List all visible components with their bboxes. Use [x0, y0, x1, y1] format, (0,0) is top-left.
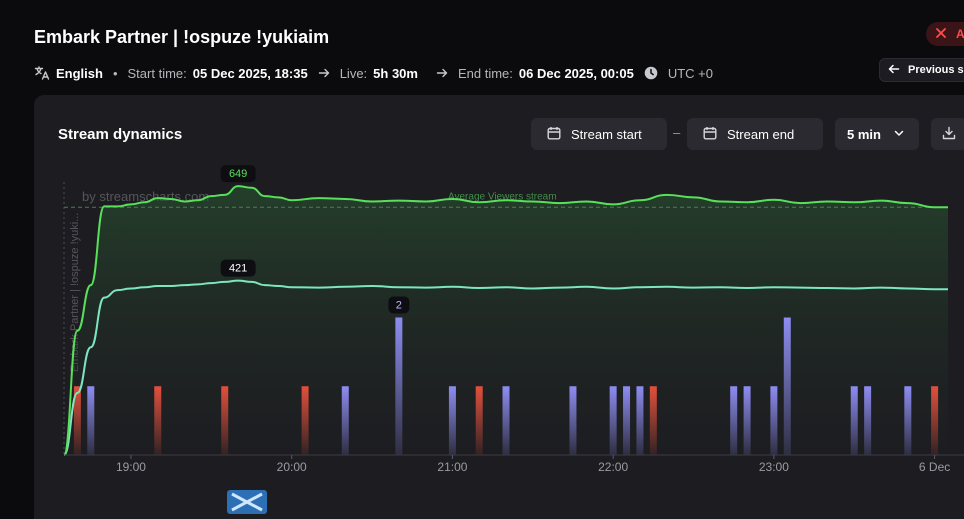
event-bar-blue	[502, 386, 510, 455]
x-tick-label: 22:00	[598, 460, 628, 474]
value-label: 2	[396, 300, 402, 312]
event-bar-red	[301, 386, 309, 455]
x-tick-label: 19:00	[116, 460, 146, 474]
x-tick-label: 20:00	[277, 460, 307, 474]
value-label: 649	[229, 168, 247, 180]
event-bar-blue	[743, 386, 751, 455]
event-bar-red	[475, 386, 483, 455]
event-bar-blue	[783, 317, 791, 455]
x-tick-label: 21:00	[437, 460, 467, 474]
event-bar-blue	[395, 317, 403, 455]
event-bar-blue	[448, 386, 456, 455]
event-bar-blue	[569, 386, 577, 455]
event-bar-blue	[864, 386, 872, 455]
stream-chart: by streamscharts.comEmbark Partner | !os…	[63, 165, 964, 514]
event-bar-blue	[341, 386, 349, 455]
event-bar-blue	[850, 386, 858, 455]
event-bar-blue	[609, 386, 617, 455]
event-bar-red	[649, 386, 657, 455]
event-bar-red	[154, 386, 162, 455]
page: Embark Partner | !ospuze !yukiaim A Engl…	[0, 0, 964, 519]
x-tick-label: 23:00	[759, 460, 789, 474]
event-bar-blue	[636, 386, 644, 455]
event-bar-red	[931, 386, 939, 455]
event-bar-red	[221, 386, 229, 455]
x-tick-label: 6 Dec	[919, 460, 950, 474]
event-bar-blue	[904, 386, 912, 455]
value-label: 421	[229, 263, 247, 275]
clip-thumbnail	[227, 490, 267, 514]
event-bar-blue	[623, 386, 631, 455]
event-bar-blue	[87, 386, 95, 455]
event-bar-blue	[770, 386, 778, 455]
event-bar-blue	[730, 386, 738, 455]
